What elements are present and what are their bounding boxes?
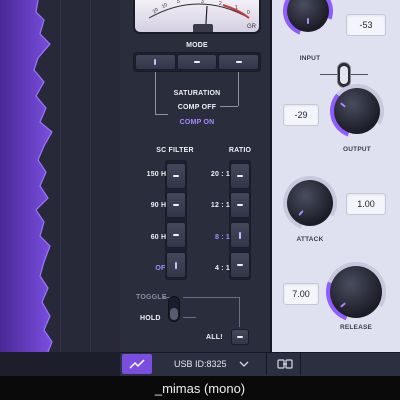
chevron-down-icon [239, 361, 248, 367]
input-label: INPUT [299, 54, 321, 62]
ratio-4-label: 4 : 1 [214, 264, 230, 272]
device-select[interactable]: USB ID:8325 [156, 354, 266, 374]
ratio-4-button[interactable] [230, 252, 250, 278]
attack-value[interactable]: 1.00 [346, 193, 386, 215]
input-value[interactable]: -53 [346, 14, 386, 36]
ratio-title: RATIO [228, 146, 252, 154]
mode-comp-on-button[interactable] [218, 54, 260, 70]
release-knob[interactable] [330, 266, 382, 318]
ratio-8-label: 8 : 1 [214, 233, 230, 241]
window-title: _mimas (mono) [0, 376, 400, 400]
vu-meter: 20 10 5 3 2 1 0 GR [133, 0, 261, 34]
hold-label: HOLD [140, 315, 161, 322]
vu-scale-label: 0 [247, 10, 250, 16]
link-line [320, 74, 337, 75]
mode-title: MODE [186, 41, 208, 49]
vu-scale-label: 2 [219, 1, 222, 7]
output-knob-ring [330, 84, 384, 138]
link-line [351, 74, 368, 75]
mode-selector [133, 52, 261, 72]
output-knob-pointer [340, 102, 346, 108]
attack-knob[interactable] [287, 180, 333, 226]
mode-option-saturation: SATURATION [173, 89, 221, 97]
sc-filter-title: SC FILTER [156, 146, 194, 154]
attack-knob-ring [283, 176, 337, 230]
sc-filter-off-label: OFF [155, 264, 170, 272]
sc-filter-90hz-button[interactable] [166, 192, 186, 218]
ratio-8-button[interactable] [230, 222, 250, 248]
ratio-20-button[interactable] [230, 163, 250, 189]
all-button[interactable] [231, 329, 249, 345]
vu-dial [148, 3, 250, 32]
mode-comp-off-button[interactable] [176, 54, 218, 70]
vu-scale-label: 3 [201, 0, 204, 5]
link-icon [277, 359, 293, 369]
mode-option-comp-on: COMP ON [179, 118, 215, 126]
vu-gr-label: GR [247, 24, 256, 30]
bottom-divider [300, 353, 301, 375]
waveform-shape [0, 0, 53, 352]
mode-connector-line [155, 114, 168, 115]
sc-filter-60hz-button[interactable] [166, 222, 186, 248]
sc-filter-150hz-label: 150 Hz [146, 170, 170, 178]
toggle-connector-line [183, 317, 196, 318]
output-knob[interactable] [334, 88, 380, 134]
release-knob-pointer [340, 302, 346, 308]
vu-pivot [193, 24, 213, 32]
input-knob-pointer [307, 18, 309, 24]
output-label: OUTPUT [343, 145, 371, 153]
toggle-hold-switch[interactable] [168, 296, 180, 322]
vu-scale-label: 1 [235, 5, 238, 11]
input-knob[interactable] [287, 0, 329, 32]
graph-icon [129, 359, 145, 369]
attack-label: ATTACK [296, 235, 324, 243]
sc-filter-90hz-label: 90 Hz [150, 201, 170, 209]
mode-option-comp-off: COMP OFF [177, 103, 217, 111]
vu-scale-label: 5 [177, 0, 180, 5]
waveform-display [0, 0, 120, 352]
ratio-12-label: 12 : 1 [210, 201, 230, 209]
ratio-12-button[interactable] [230, 192, 250, 218]
sc-filter-150hz-button[interactable] [166, 163, 186, 189]
device-select-value: USB ID:8325 [174, 359, 227, 369]
toggle-connector-line [183, 297, 239, 298]
graph-view-button[interactable] [122, 354, 152, 374]
toggle-hold-switch-thumb [170, 308, 178, 320]
link-button[interactable] [272, 356, 298, 372]
output-value[interactable]: -29 [283, 104, 319, 126]
mode-saturation-button[interactable] [135, 54, 176, 70]
link-toggle-thumb [340, 66, 348, 84]
release-value[interactable]: 7.00 [283, 283, 319, 305]
bottom-divider [266, 353, 267, 375]
all-label: ALL! [206, 334, 223, 341]
sc-filter-60hz-label: 60 Hz [150, 233, 170, 241]
sc-filter-off-button[interactable] [166, 252, 186, 278]
attack-knob-pointer [298, 210, 304, 216]
release-knob-ring [326, 262, 386, 322]
release-label: RELEASE [339, 323, 373, 331]
toggle-connector-line [239, 297, 240, 327]
ratio-20-label: 20 : 1 [210, 170, 230, 178]
